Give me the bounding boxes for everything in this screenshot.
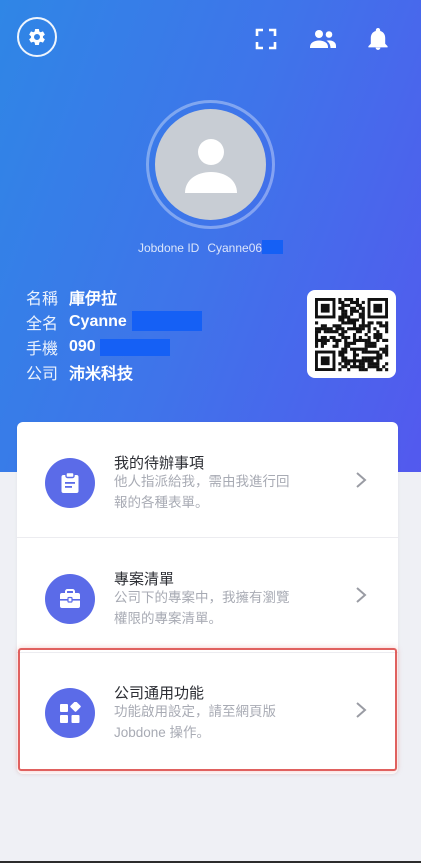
qr-code-icon [315, 298, 389, 372]
chevron-right-icon [356, 472, 367, 488]
profile-row-phone: 手機 090 [26, 334, 170, 359]
redaction-mark [100, 339, 170, 356]
scan-button[interactable] [254, 27, 278, 51]
scan-frame-icon [255, 28, 277, 50]
jobdone-id-value: Cyanne06 [207, 241, 263, 255]
top-toolbar [0, 0, 421, 80]
menu-item-my-todos[interactable]: 我的待辦事項 他人指派給我，需由我進行回 報的各種表單。 [17, 422, 398, 537]
contacts-button[interactable] [310, 27, 336, 51]
bell-icon [368, 28, 388, 50]
menu-item-description: 他人指派給我，需由我進行回 報的各種表單。 [114, 471, 344, 513]
menu-item-description: 公司下的專案中，我擁有瀏覽 權限的專案清單。 [114, 587, 344, 629]
redaction-mark [132, 311, 202, 331]
person-placeholder-icon [184, 138, 237, 193]
chevron-right-icon [356, 587, 367, 603]
people-icon [310, 30, 336, 48]
company-value: 沛米科技 [69, 365, 134, 383]
notifications-button[interactable] [366, 27, 390, 51]
fullname-value: Cyanne [69, 312, 127, 330]
jobdone-id: Jobdone ID Cyanne06 [0, 240, 421, 255]
menu-item-description-line: 他人指派給我，需由我進行回 [114, 474, 290, 489]
profile-row-company: 公司 沛米科技 [26, 359, 133, 384]
menu-item-description-line: 公司下的專案中，我擁有瀏覽 [114, 590, 290, 605]
clipboard-icon [45, 458, 95, 508]
menu-item-title: 我的待辦事項 [114, 455, 205, 472]
redaction-mark [262, 240, 284, 254]
settings-button[interactable] [17, 17, 57, 57]
briefcase-icon [45, 574, 95, 624]
profile-row-fullname: 全名 Cyanne [26, 309, 202, 334]
qr-code-button[interactable] [307, 290, 396, 378]
fullname-label: 全名 [26, 315, 59, 333]
avatar[interactable] [155, 109, 266, 220]
highlight-box [18, 648, 397, 771]
company-label: 公司 [26, 365, 59, 383]
profile-info: 名稱 庫伊拉 全名 Cyanne 手機 090 公司 沛米科技 [26, 284, 202, 384]
menu-item-title: 專案清單 [114, 571, 175, 588]
phone-label: 手機 [26, 340, 59, 358]
nickname-value: 庫伊拉 [69, 290, 118, 308]
menu-item-description-line: 權限的專案清單。 [114, 611, 222, 626]
phone-value: 090 [69, 337, 96, 355]
menu-item-description-line: 報的各種表單。 [114, 495, 209, 510]
menu-item-project-list[interactable]: 專案清單 公司下的專案中，我擁有瀏覽 權限的專案清單。 [17, 538, 398, 653]
nickname-label: 名稱 [26, 290, 59, 308]
avatar-ring [146, 100, 275, 229]
jobdone-id-label: Jobdone ID [137, 241, 200, 255]
gear-icon [29, 28, 45, 45]
profile-row-nickname: 名稱 庫伊拉 [26, 284, 133, 309]
